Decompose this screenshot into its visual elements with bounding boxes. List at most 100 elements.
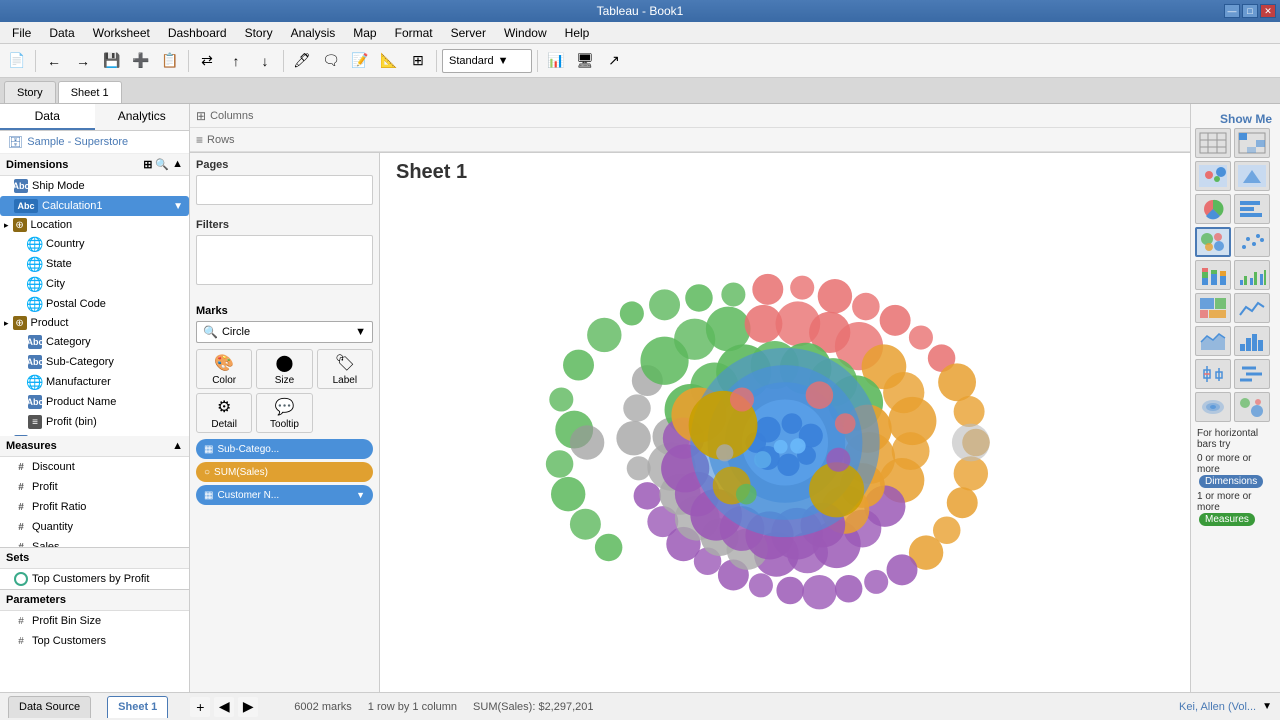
close-button[interactable]: ✕ [1260, 4, 1276, 18]
group-location[interactable]: ▸ ⊕ Location [0, 216, 189, 234]
analytics-panel-tab[interactable]: Analytics [95, 104, 190, 130]
next-sheet-btn[interactable]: ▶ [238, 697, 258, 717]
menu-map[interactable]: Map [345, 24, 384, 42]
tab-story[interactable]: Story [4, 81, 56, 103]
menu-window[interactable]: Window [496, 24, 555, 42]
menu-help[interactable]: Help [557, 24, 598, 42]
toolbar-sort-asc[interactable]: ↑ [223, 48, 249, 74]
chart-text-table[interactable] [1195, 128, 1231, 158]
toolbar-forward[interactable]: → [70, 48, 96, 74]
field-postal-code[interactable]: 🌐 Postal Code [0, 294, 189, 314]
menu-dashboard[interactable]: Dashboard [160, 24, 235, 42]
view-dropdown[interactable]: Standard ▼ [442, 49, 532, 73]
toolbar-group[interactable]: ⊞ [405, 48, 431, 74]
chart-stacked-bars[interactable] [1195, 260, 1231, 290]
minimize-button[interactable]: — [1224, 4, 1240, 18]
field-manufacturer[interactable]: 🌐 Manufacturer [0, 372, 189, 392]
sets-header[interactable]: Sets [0, 548, 189, 569]
toolbar-chart[interactable]: 📊 [543, 48, 569, 74]
tab-sheet1[interactable]: Sheet 1 [58, 81, 122, 103]
toolbar-new[interactable]: 📄 [4, 48, 30, 74]
field-profit-bin[interactable]: ≡ Profit (bin) [0, 412, 189, 432]
calculation1-dropdown-arrow[interactable]: ▼ [173, 201, 183, 212]
measure-discount[interactable]: # Discount [0, 457, 189, 477]
data-source-tab[interactable]: Data Source [8, 696, 91, 718]
chart-histogram[interactable] [1234, 326, 1270, 356]
marks-tooltip-btn[interactable]: 💬 Tooltip [256, 393, 312, 433]
field-state[interactable]: 🌐 State [0, 254, 189, 274]
chart-highlight-table[interactable] [1234, 128, 1270, 158]
group-product[interactable]: ▸ ⊕ Product [0, 314, 189, 332]
field-category[interactable]: Abc Category [0, 332, 189, 352]
maximize-button[interactable]: □ [1242, 4, 1258, 18]
marks-label-btn[interactable]: 🏷 Label [317, 349, 373, 389]
chart-treemap[interactable] [1195, 293, 1231, 323]
chart-gantt[interactable] [1234, 359, 1270, 389]
measure-quantity[interactable]: # Quantity [0, 517, 189, 537]
field-city[interactable]: 🌐 City [0, 274, 189, 294]
toolbar-back[interactable]: ← [41, 48, 67, 74]
chart-filled-map[interactable] [1234, 161, 1270, 191]
data-panel-tab[interactable]: Data [0, 104, 95, 130]
toolbar-annotate[interactable]: 📝 [347, 48, 373, 74]
data-source-label[interactable]: 🗄 Sample - Superstore [0, 131, 189, 154]
chart-area[interactable] [1195, 326, 1231, 356]
measure-profit-ratio[interactable]: # Profit Ratio [0, 497, 189, 517]
marks-type-dropdown[interactable]: 🔍 Circle ▼ [196, 321, 373, 343]
menu-data[interactable]: Data [41, 24, 82, 42]
chart-packed-bubbles[interactable] [1195, 227, 1231, 257]
menu-worksheet[interactable]: Worksheet [85, 24, 158, 42]
chart-density[interactable] [1195, 392, 1231, 422]
user-dropdown[interactable]: ▼ [1262, 701, 1272, 712]
mark-pill-sum-sales[interactable]: ○ SUM(Sales) [196, 462, 373, 482]
measure-profit[interactable]: # Profit [0, 477, 189, 497]
toolbar-swap[interactable]: ⇄ [194, 48, 220, 74]
toolbar-fix-axes[interactable]: 📐 [376, 48, 402, 74]
parameters-header[interactable]: Parameters [0, 590, 189, 611]
menu-format[interactable]: Format [387, 24, 441, 42]
field-ship-mode[interactable]: Abc Ship Mode [0, 176, 189, 196]
dimensions-arrow-up-icon[interactable]: ▲ [172, 158, 183, 171]
field-sub-category[interactable]: Abc Sub-Category [0, 352, 189, 372]
packed-bubbles-chart[interactable] [380, 193, 1190, 692]
chart-bubble[interactable] [1234, 392, 1270, 422]
sheet1-status-tab[interactable]: Sheet 1 [107, 696, 168, 718]
field-calculation1[interactable]: Abc Calculation1 ▼ [0, 196, 189, 216]
chart-scatter[interactable] [1234, 227, 1270, 257]
chart-pie[interactable] [1195, 194, 1231, 224]
toolbar-save[interactable]: 💾 [99, 48, 125, 74]
toolbar-sort-desc[interactable]: ↓ [252, 48, 278, 74]
chart-box-whisker[interactable] [1195, 359, 1231, 389]
toolbar-tooltip[interactable]: 🗨 [318, 48, 344, 74]
menu-analysis[interactable]: Analysis [283, 24, 344, 42]
dimensions-search-icon[interactable]: 🔍 [155, 158, 169, 171]
chart-horiz-bars[interactable] [1234, 194, 1270, 224]
field-country[interactable]: 🌐 Country [0, 234, 189, 254]
mark-pill-sub-category[interactable]: ▦ Sub-Catego... [196, 439, 373, 459]
toolbar-add-sheet[interactable]: ➕ [128, 48, 154, 74]
toolbar-duplicate[interactable]: 📋 [157, 48, 183, 74]
chart-line[interactable] [1234, 293, 1270, 323]
prev-sheet-btn[interactable]: ◀ [214, 697, 234, 717]
menu-server[interactable]: Server [443, 24, 494, 42]
set-top-customers[interactable]: Top Customers by Profit [0, 569, 189, 589]
marks-color-btn[interactable]: 🎨 Color [196, 349, 252, 389]
mark-pill-customer-name[interactable]: ▦ Customer N... ▼ [196, 485, 373, 505]
add-sheet-btn[interactable]: + [190, 697, 210, 717]
dimensions-grid-icon[interactable]: ⊞ [143, 158, 152, 171]
measures-arrow-up-icon[interactable]: ▲ [172, 440, 183, 452]
chart-side-bars[interactable] [1234, 260, 1270, 290]
param-profit-bin-size[interactable]: # Profit Bin Size [0, 611, 189, 631]
pages-box[interactable] [196, 175, 373, 205]
field-product-name[interactable]: Abc Product Name [0, 392, 189, 412]
menu-story[interactable]: Story [237, 24, 281, 42]
toolbar-monitor[interactable]: 🖥 [572, 48, 598, 74]
marks-size-btn[interactable]: ⬤ Size [256, 349, 312, 389]
toolbar-share[interactable]: ↗ [601, 48, 627, 74]
chart-symbol-map[interactable] [1195, 161, 1231, 191]
param-top-customers[interactable]: # Top Customers [0, 631, 189, 651]
measure-sales[interactable]: # Sales [0, 537, 189, 547]
toolbar-highlight[interactable]: 🖊 [289, 48, 315, 74]
marks-detail-btn[interactable]: ⚙ Detail [196, 393, 252, 433]
filters-box[interactable] [196, 235, 373, 285]
